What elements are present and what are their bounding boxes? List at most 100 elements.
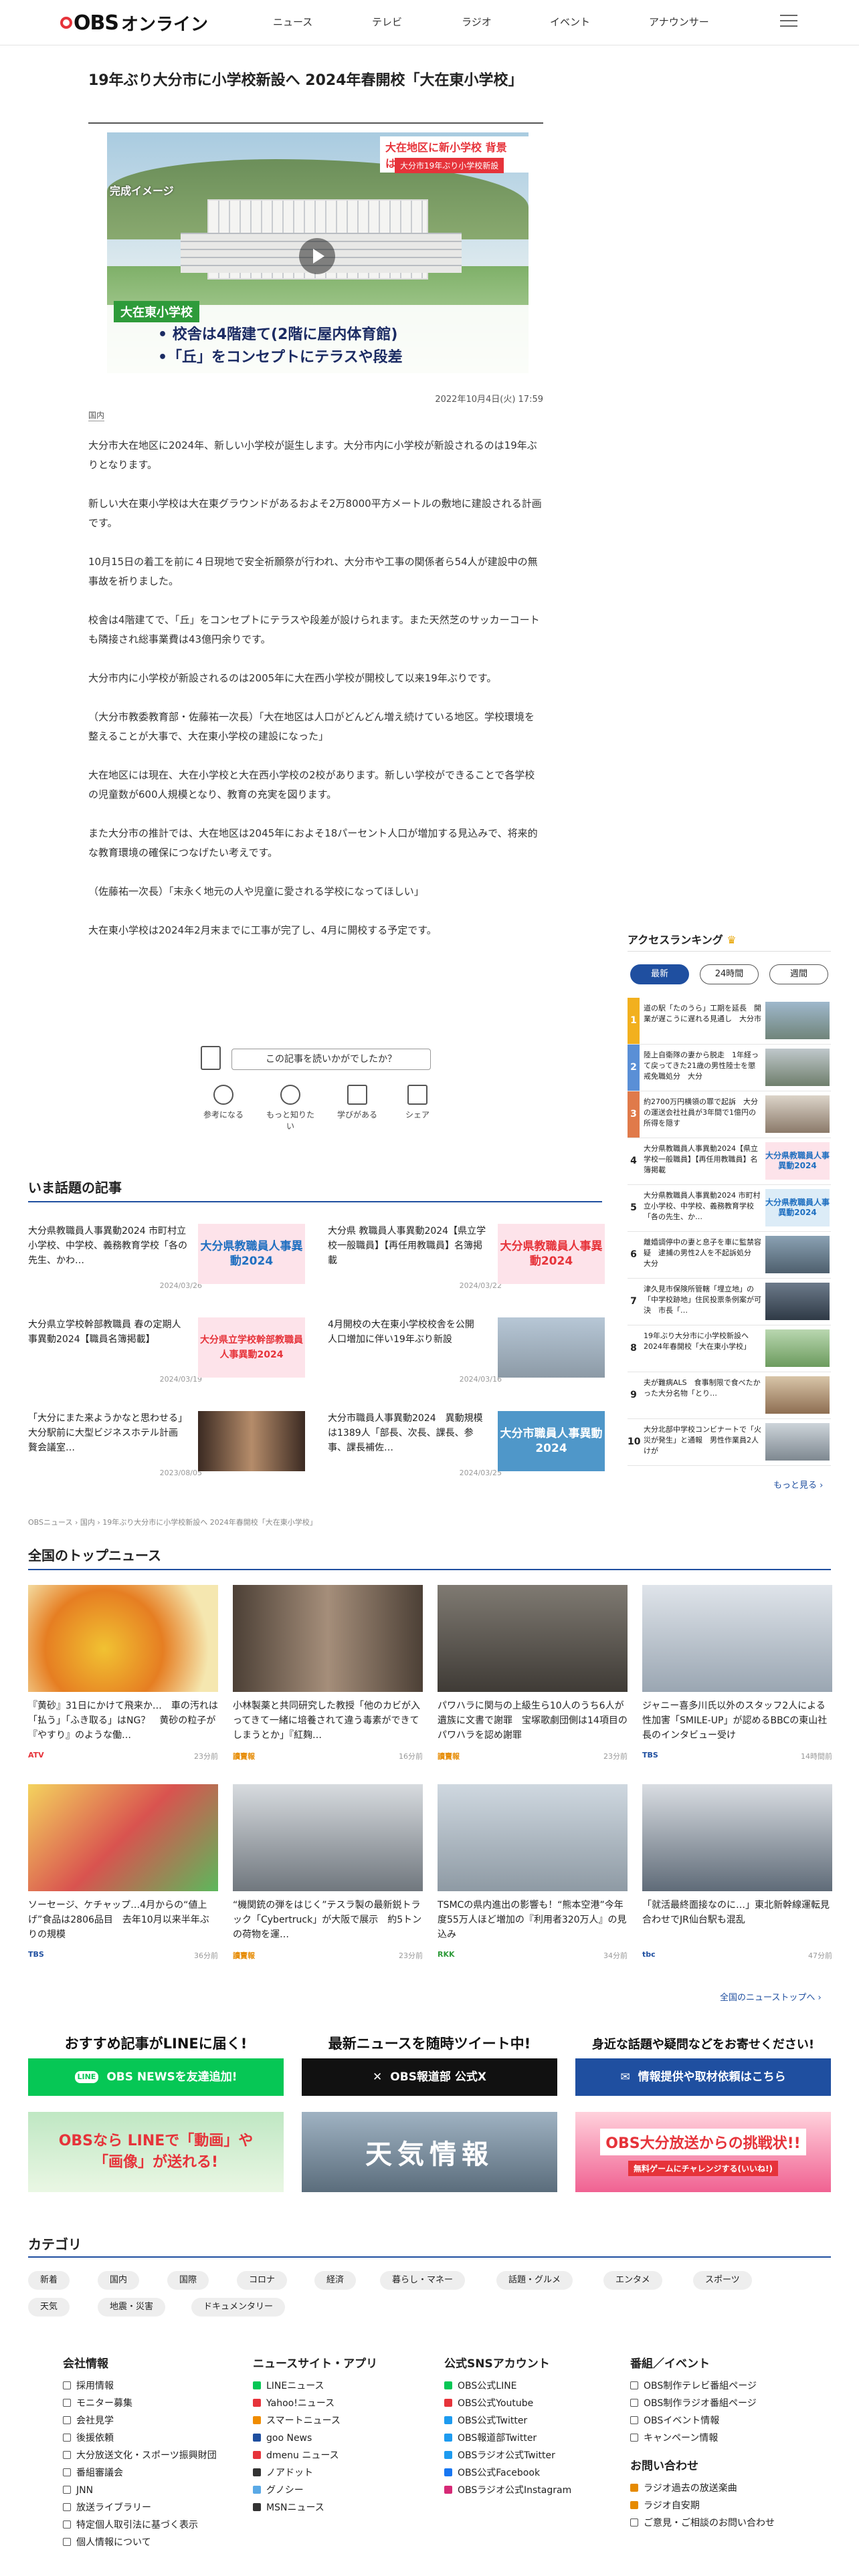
footer-link[interactable]: OBS公式Twitter xyxy=(444,2412,571,2430)
reaction-more[interactable]: もっと知りたい xyxy=(264,1085,317,1132)
breadcrumb[interactable]: OBSニュース › 国内 › 19年ぶり大分市に小学校新設へ 2024年春開校「… xyxy=(28,1517,317,1527)
tip-submit-button[interactable]: ✉ 情報提供や取材依頼はこちら xyxy=(575,2058,831,2096)
footer-link[interactable]: 採用情報 xyxy=(63,2377,217,2395)
category-chip[interactable]: 経済 xyxy=(314,2271,357,2290)
challenge-game-banner[interactable]: OBS大分放送からの挑戦状!! 無料ゲームにチャレンジする(いいね!) xyxy=(575,2112,831,2192)
footer-link[interactable]: ノアドット xyxy=(253,2464,377,2482)
nav-event[interactable]: イベント xyxy=(550,15,590,29)
ranking-item[interactable]: 2 陸上自衛隊の妻から脱走 1年経って戻ってきた21歳の男性陸士を懲戒免職処分 大… xyxy=(628,1045,831,1091)
footer-link[interactable]: OBS制作テレビ番組ページ xyxy=(630,2377,775,2395)
x-follow-button[interactable]: ✕ OBS報道部 公式X xyxy=(302,2058,557,2096)
ranking-item[interactable]: 5 大分県教職員人事異動2024 市町村立小学校、中学校、義務教育学校「各の先生、… xyxy=(628,1185,831,1232)
nav-news[interactable]: ニュース xyxy=(273,15,312,29)
news-card[interactable]: “機関銃の弾をはじく”テスラ製の最新鋭トラック「Cybertruck」が大阪で展… xyxy=(233,1784,423,1965)
footer-link[interactable]: dmenu ニュース xyxy=(253,2447,377,2464)
footer-link[interactable]: グノシー xyxy=(253,2482,377,2499)
news-card[interactable]: ソーセージ、ケチャップ…4月からの“値上げ”食品は2806品目 去年10月以来半… xyxy=(28,1784,218,1965)
trending-article[interactable]: 大分県立学校幹部教職員 春の定期人事異動2024【職員名簿掲載】 2024/03… xyxy=(28,1317,316,1391)
footer-link[interactable]: OBS制作ラジオ番組ページ xyxy=(630,2395,775,2412)
footer-link[interactable]: 放送ライブラリー xyxy=(63,2499,217,2516)
footer-link[interactable]: 個人情報について xyxy=(63,2534,217,2551)
hero-video[interactable]: 完成イメージ 大在地区に新小学校 背景は？ 大分市19年ぶり小学校新設 大在東小… xyxy=(107,132,529,373)
ranking-item[interactable]: 1 道の駅「たのうら」工期を延長 開業が遅こうに遅れる見通し 大分市 xyxy=(628,998,831,1045)
footer-link[interactable]: goo News xyxy=(253,2430,377,2447)
tv-icon xyxy=(630,2381,638,2389)
footer-link[interactable]: Yahoo!ニュース xyxy=(253,2395,377,2412)
ranking-item[interactable]: 6 離婚調停中の妻と息子を車に監禁容疑 逮捕の男性2人を不起訴処分 大分 xyxy=(628,1232,831,1279)
line-media-banner[interactable]: OBSなら LINEで「動画」や「画像」が送れる! xyxy=(28,2112,284,2192)
news-card[interactable]: ジャニー喜多川氏以外のスタッフ2人による性加害「SMILE-UP」が認めるBBC… xyxy=(642,1585,832,1765)
news-card[interactable]: 小林製薬と共同研究した教授「他のカビが入ってきて一緒に培養されて違う毒素ができて… xyxy=(233,1585,423,1765)
nav-announcer[interactable]: アナウンサー xyxy=(649,15,709,29)
tab-24h[interactable]: 24時間 xyxy=(700,964,759,984)
trending-article[interactable]: 4月開校の大在東小学校校舎を公開 人口増加に伴い19年ぶり新設 2024/03/… xyxy=(328,1317,615,1391)
footer-link[interactable]: 特定個人取引法に基づく表示 xyxy=(63,2516,217,2534)
category-chip[interactable]: 地震・災害 xyxy=(98,2298,166,2317)
footer-link[interactable]: 番組審議会 xyxy=(63,2464,217,2482)
footer-link[interactable]: 後援依頼 xyxy=(63,2430,217,2447)
paragraph: 大分市大在地区に2024年、新しい小学校が誕生します。大分市内に小学校が新設され… xyxy=(88,439,537,471)
footer-link[interactable]: ラジオ自安期 xyxy=(630,2497,775,2514)
trending-article[interactable]: 大分県教職員人事異動2024 市町村立小学校、中学校、義務教育学校「各の先生、か… xyxy=(28,1224,316,1297)
footer-link[interactable]: LINEニュース xyxy=(253,2377,377,2395)
news-card[interactable]: 「就活最終面接なのに…」東北新幹線運転見合わせでJR仙台駅も混乱 tbc 47分… xyxy=(642,1784,832,1965)
trending-article[interactable]: 大分県 教職員人事異動2024【県立学校一般職員】【再任用教職員】名簿掲載 20… xyxy=(328,1224,615,1297)
nav-tv[interactable]: テレビ xyxy=(372,15,402,29)
lightbulb-icon xyxy=(213,1085,233,1105)
category-chip[interactable]: エンタメ xyxy=(603,2271,662,2290)
footer-link[interactable]: ご意見・ご相談のお問い合わせ xyxy=(630,2514,775,2532)
ranking-item[interactable]: 7 津久見市保険所管轄「埋立地」の「中学校跡地」住民投票条例案が可決 市長「… xyxy=(628,1279,831,1325)
category-chip[interactable]: スポーツ xyxy=(693,2271,752,2290)
menu-icon[interactable] xyxy=(780,15,797,28)
ranking-item[interactable]: 10 大分北部中学校コンビナートで「火災が発生」と通報 男性作業員2人けが xyxy=(628,1419,831,1466)
footer-link[interactable]: OBSラジオ公式Twitter xyxy=(444,2447,571,2464)
footer-link[interactable]: OBS報道部Twitter xyxy=(444,2430,571,2447)
category-chip[interactable]: 国内 xyxy=(98,2271,140,2290)
footer-link[interactable]: MSNニュース xyxy=(253,2499,377,2516)
footer-link[interactable]: 大分放送文化・スポーツ振興財団 xyxy=(63,2447,217,2464)
footer-link[interactable]: OBS公式Youtube xyxy=(444,2395,571,2412)
category-chip[interactable]: 新着 xyxy=(28,2271,70,2290)
footer-link[interactable]: ラジオ過去の放送楽曲 xyxy=(630,2480,775,2497)
top-news-more-link[interactable]: 全国のニューストップへ › xyxy=(720,1990,822,2003)
weather-banner[interactable]: 天気情報 xyxy=(302,2112,557,2192)
footer-link[interactable]: OBS公式LINE xyxy=(444,2377,571,2395)
category-chip[interactable]: 暮らし・マネー xyxy=(380,2271,466,2290)
category-chip[interactable]: 話題・グルメ xyxy=(496,2271,573,2290)
news-card[interactable]: TSMCの県内進出の影響も！“熊本空港”今年度55万人ほど増加の『利用者320万… xyxy=(438,1784,628,1965)
news-card[interactable]: 『黄砂』31日にかけて飛来か… 車の汚れは「払う」「ふき取る」はNG？ 黄砂の粒… xyxy=(28,1585,218,1765)
app-icon xyxy=(253,2434,261,2442)
ranking-more-link[interactable]: もっと見る › xyxy=(773,1478,823,1491)
footer-link[interactable]: キャンペーン情報 xyxy=(630,2430,775,2447)
ranking-item[interactable]: 9 夫が難病ALS 食事制限で食べたかった大分名物「とり… xyxy=(628,1372,831,1419)
app-icon xyxy=(253,2381,261,2389)
ranking-item[interactable]: 4 大分県教職員人事異動2024【県立学校一般職員】【再任用教職員】名簿掲載 大分県… xyxy=(628,1138,831,1185)
ranking-item[interactable]: 8 19年ぶり大分市に小学校新設へ 2024年春開校「大在東小学校」 xyxy=(628,1325,831,1372)
ranking-item[interactable]: 3 約2700万円横領の罪で起訴 大分の運送会社社員が3年間で1億円の所得を隠す xyxy=(628,1091,831,1138)
trending-article[interactable]: 「大分にまた来ようかなと思わせる」大分駅前に大型ビジネスホテル計画 贅会議室… … xyxy=(28,1411,316,1485)
category-chip[interactable]: 国際 xyxy=(167,2271,209,2290)
category-chip[interactable]: コロナ xyxy=(237,2271,288,2290)
reaction-learn[interactable]: 学びがある xyxy=(330,1085,384,1120)
reaction-share[interactable]: シェア xyxy=(391,1085,444,1120)
news-card[interactable]: パワハラに関与の上級生ら10人のうち6人が遺族に文書で謝罪 宝塚歌劇団側は14項… xyxy=(438,1585,628,1765)
footer-link[interactable]: 会社見学 xyxy=(63,2412,217,2430)
category-chip[interactable]: 天気 xyxy=(28,2298,70,2317)
footer-link[interactable]: OBSイベント情報 xyxy=(630,2412,775,2430)
footer-link[interactable]: スマートニュース xyxy=(253,2412,377,2430)
category-chip[interactable]: ドキュメンタリー xyxy=(191,2298,286,2317)
footer-link[interactable]: OBSラジオ公式Instagram xyxy=(444,2482,571,2499)
survey-button[interactable]: この記事を読いかがでしたか？ xyxy=(231,1049,431,1070)
line-follow-button[interactable]: LINE OBS NEWSを友達追加! xyxy=(28,2058,284,2096)
nav-radio[interactable]: ラジオ xyxy=(462,15,492,29)
trending-article[interactable]: 大分市職員人事異動2024 異動規模は1389人「部長、次長、課長、参事、課長補… xyxy=(328,1411,615,1485)
site-logo[interactable]: OBS オンライン xyxy=(60,9,208,36)
footer-link[interactable]: モニター募集 xyxy=(63,2395,217,2412)
tab-latest[interactable]: 最新 xyxy=(630,964,689,984)
reaction-helpful[interactable]: 参考になる xyxy=(197,1085,250,1120)
article-category[interactable]: 国内 xyxy=(88,409,105,421)
play-icon[interactable] xyxy=(299,238,335,274)
footer-link[interactable]: JNN xyxy=(63,2482,217,2499)
footer-link[interactable]: OBS公式Facebook xyxy=(444,2464,571,2482)
tab-weekly[interactable]: 週間 xyxy=(769,964,828,984)
